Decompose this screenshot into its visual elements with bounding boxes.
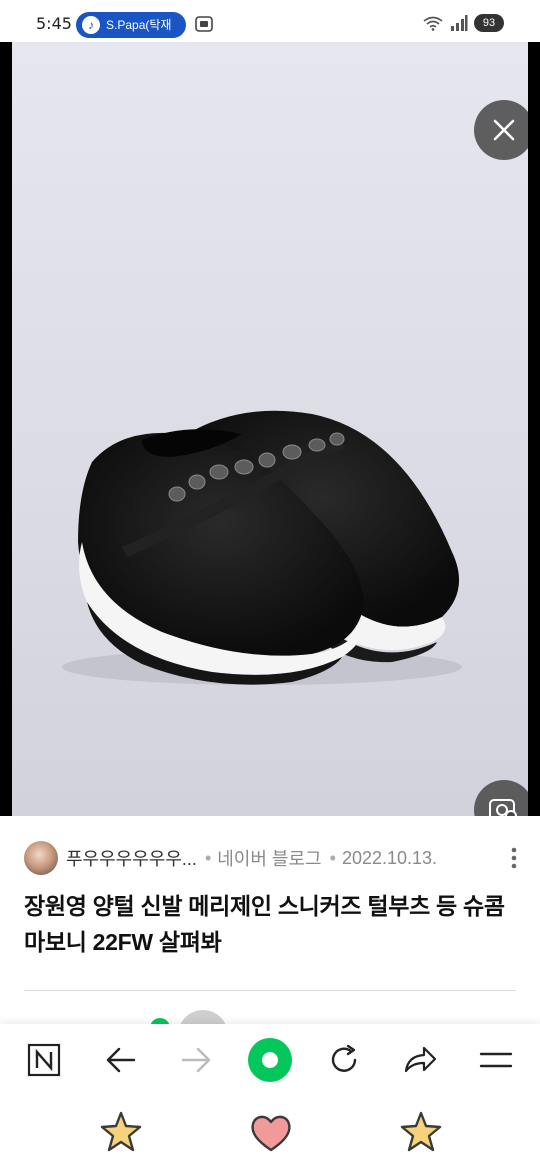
author-avatar[interactable] xyxy=(24,841,58,875)
forward-button[interactable] xyxy=(172,1038,220,1082)
article-meta: 푸우우우우우우... • 네이버 블로그 • 2022.10.13. xyxy=(24,840,524,876)
signal-icon xyxy=(451,15,468,31)
refresh-icon xyxy=(331,1044,357,1072)
now-playing-chip[interactable]: ♪ S.Papa(탁재 xyxy=(76,12,186,38)
heart-sticker-icon[interactable] xyxy=(248,1110,294,1154)
menu-button[interactable] xyxy=(472,1038,520,1082)
separator-dot: • xyxy=(329,847,336,868)
shoe-illustration xyxy=(62,410,462,685)
close-button[interactable] xyxy=(474,100,528,160)
wifi-icon xyxy=(423,16,443,31)
menu-icon xyxy=(479,1052,513,1068)
image-search-icon xyxy=(489,799,517,816)
green-dot-icon xyxy=(262,1052,278,1068)
refresh-button[interactable] xyxy=(320,1038,368,1082)
share-icon xyxy=(404,1046,437,1073)
divider xyxy=(24,990,516,991)
battery-indicator: 93 xyxy=(474,14,504,32)
close-icon xyxy=(493,119,515,141)
share-button[interactable] xyxy=(396,1038,444,1082)
music-note-icon: ♪ xyxy=(82,16,100,34)
bottom-navigation xyxy=(0,1024,540,1170)
status-time: 5:45 xyxy=(36,14,72,33)
image-search-button[interactable] xyxy=(474,780,528,816)
status-indicators: 93 xyxy=(422,14,504,32)
now-playing-label: S.Papa(탁재 xyxy=(106,18,172,32)
separator-dot: • xyxy=(204,847,212,868)
more-options-icon[interactable] xyxy=(504,846,524,870)
source-name[interactable]: 네이버 블로그 xyxy=(217,845,321,871)
naver-home-icon xyxy=(27,1043,61,1077)
author-name[interactable]: 푸우우우우우우... xyxy=(66,845,197,871)
naver-home-button[interactable] xyxy=(20,1038,68,1082)
status-bar: 5:45 ♪ S.Papa(탁재 93 xyxy=(0,0,540,42)
forward-arrow-icon xyxy=(181,1047,211,1073)
screenshot-icon xyxy=(195,16,213,32)
product-photo[interactable] xyxy=(12,42,528,816)
green-dot-button[interactable] xyxy=(248,1038,292,1082)
back-button[interactable] xyxy=(97,1038,145,1082)
article-title[interactable]: 장원영 양털 신발 메리제인 스니커즈 털부츠 등 슈콤마보니 22FW 살펴봐 xyxy=(24,888,520,960)
star-sticker-icon[interactable] xyxy=(98,1110,144,1154)
image-viewer xyxy=(0,42,540,816)
article-date: 2022.10.13. xyxy=(341,847,438,868)
back-arrow-icon xyxy=(106,1047,136,1073)
star-sticker-icon[interactable] xyxy=(398,1110,444,1154)
